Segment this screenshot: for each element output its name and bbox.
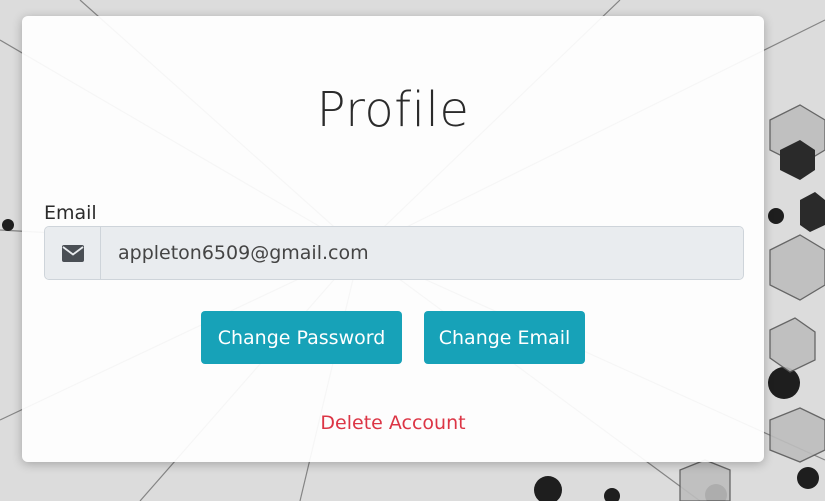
- delete-account-link[interactable]: Delete Account: [22, 412, 764, 434]
- page-title: Profile: [316, 82, 470, 138]
- profile-card: Profile Email Change Password Change Ema…: [22, 16, 764, 462]
- email-field[interactable]: [101, 227, 743, 279]
- change-email-button[interactable]: Change Email: [424, 311, 585, 364]
- change-password-button[interactable]: Change Password: [201, 311, 402, 364]
- email-label: Email: [44, 202, 97, 224]
- envelope-icon: [45, 227, 101, 279]
- email-input-group: [44, 226, 744, 280]
